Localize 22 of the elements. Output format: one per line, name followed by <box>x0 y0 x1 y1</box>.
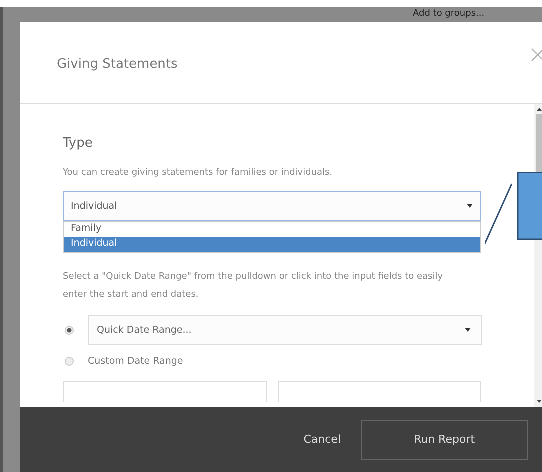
add-to-groups-link[interactable]: Add to groups... <box>413 9 485 19</box>
callout-tooltip <box>485 172 542 244</box>
scroll-down-icon[interactable] <box>537 400 542 403</box>
section-description: You can create giving statements for families or individuals. <box>63 168 334 178</box>
scroll-up-icon[interactable] <box>537 108 542 111</box>
caret-icon <box>465 328 471 332</box>
section-description: Select a "Quick Date Range" from the pulldown or click into the input fields to easily enter the start and end dates. <box>63 271 444 302</box>
section-heading: Type <box>63 136 94 151</box>
dialog-title: Giving Statements <box>57 56 178 72</box>
caret-icon <box>467 204 473 208</box>
quick-range-select[interactable]: Quick Date Range... <box>88 315 482 345</box>
type-select[interactable]: Individual <box>63 191 481 221</box>
end-date-field[interactable] <box>278 381 481 402</box>
cancel-button[interactable]: Cancel <box>304 433 341 446</box>
dropdown-option[interactable]: Individual <box>64 237 480 252</box>
close-icon[interactable] <box>531 48 542 62</box>
run-report-button[interactable]: Run Report <box>361 420 528 460</box>
dropdown-option[interactable]: Family <box>64 222 480 237</box>
radio-button[interactable] <box>65 356 74 366</box>
start-date-field[interactable] <box>63 381 266 402</box>
radio-button[interactable] <box>65 326 74 334</box>
radio-label: Custom Date Range <box>88 356 184 366</box>
